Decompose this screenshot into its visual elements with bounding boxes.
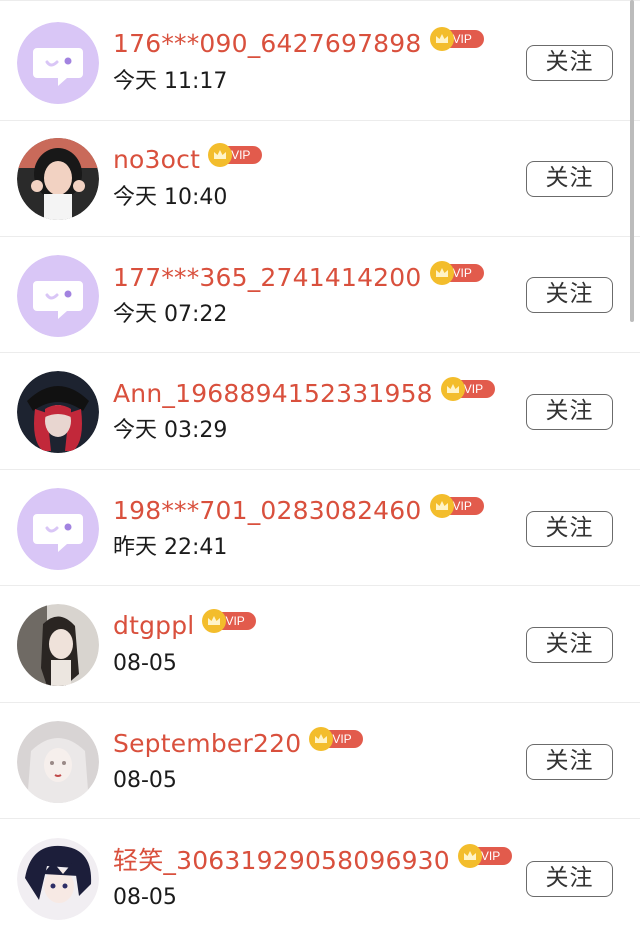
follow-button[interactable]: 关注	[526, 45, 613, 81]
vip-badge: VIP	[457, 844, 514, 868]
vip-badge: VIP	[429, 27, 486, 51]
list-item[interactable]: 轻笑_30631929058096930 VIP 08-05 关注	[0, 820, 640, 937]
crown-icon	[429, 261, 454, 285]
follow-time: 今天 10:40	[113, 185, 228, 210]
anime-red-hair-avatar-icon	[17, 371, 99, 453]
follow-button[interactable]: 关注	[526, 744, 613, 780]
username[interactable]: Ann_1968894152331958	[113, 377, 433, 411]
woman-portrait-avatar-icon	[17, 604, 99, 686]
avatar[interactable]	[17, 721, 99, 803]
girl-photo-avatar-icon	[17, 138, 99, 220]
chat-bubble-avatar-icon	[17, 488, 99, 570]
crown-icon	[457, 844, 482, 868]
chat-bubble-avatar-icon	[17, 22, 99, 104]
crown-icon	[440, 377, 465, 401]
follow-time: 今天 07:22	[113, 302, 228, 327]
crown-icon	[208, 143, 233, 167]
vip-badge: VIP	[429, 261, 486, 285]
vip-badge: VIP	[440, 377, 497, 401]
username[interactable]: dtgppl	[113, 609, 194, 643]
follow-button[interactable]: 关注	[526, 277, 613, 313]
vip-badge: VIP	[202, 609, 258, 633]
follow-time: 08-05	[113, 651, 177, 676]
follow-button[interactable]: 关注	[526, 394, 613, 430]
vip-badge: VIP	[208, 143, 264, 167]
follow-time: 今天 11:17	[113, 69, 228, 94]
follow-button[interactable]: 关注	[526, 627, 613, 663]
username[interactable]: 177***365_2741414200	[113, 261, 422, 295]
follower-list: 176***090_6427697898 VIP 今天 11:17 关注 no3…	[0, 0, 640, 936]
vip-badge: VIP	[429, 494, 486, 518]
list-item[interactable]: September220 VIP 08-05 关注	[0, 703, 640, 819]
follow-time: 昨天 22:41	[113, 535, 228, 560]
username[interactable]: 198***701_0283082460	[113, 494, 422, 528]
username[interactable]: no3oct	[113, 143, 200, 177]
crown-icon	[429, 27, 454, 51]
list-item[interactable]: 198***701_0283082460 VIP 昨天 22:41 关注	[0, 470, 640, 586]
follow-time: 08-05	[113, 885, 177, 910]
scrollbar[interactable]	[630, 0, 634, 322]
avatar[interactable]	[17, 255, 99, 337]
crown-icon	[429, 494, 454, 518]
username[interactable]: 轻笑_30631929058096930	[113, 844, 450, 878]
follow-button[interactable]: 关注	[526, 511, 613, 547]
anime-dark-hair-avatar-icon	[17, 838, 99, 920]
follow-time: 今天 03:29	[113, 418, 228, 443]
follow-time: 08-05	[113, 768, 177, 793]
list-item[interactable]: no3oct VIP 今天 10:40 关注	[0, 121, 640, 237]
avatar[interactable]	[17, 22, 99, 104]
crown-icon	[202, 609, 227, 633]
avatar[interactable]	[17, 838, 99, 920]
list-item[interactable]: 176***090_6427697898 VIP 今天 11:17 关注	[0, 5, 640, 121]
chat-bubble-avatar-icon	[17, 255, 99, 337]
username[interactable]: 176***090_6427697898	[113, 27, 422, 61]
crown-icon	[309, 727, 334, 751]
avatar[interactable]	[17, 488, 99, 570]
username[interactable]: September220	[113, 727, 301, 761]
list-item[interactable]: dtgppl VIP 08-05 关注	[0, 587, 640, 703]
list-item[interactable]: 177***365_2741414200 VIP 今天 07:22 关注	[0, 237, 640, 353]
follow-button[interactable]: 关注	[526, 161, 613, 197]
avatar[interactable]	[17, 138, 99, 220]
avatar[interactable]	[17, 371, 99, 453]
illustrated-pale-girl-avatar-icon	[17, 721, 99, 803]
follow-button[interactable]: 关注	[526, 861, 613, 897]
avatar[interactable]	[17, 604, 99, 686]
list-item[interactable]: Ann_1968894152331958 VIP 今天 03:29 关注	[0, 354, 640, 470]
vip-badge: VIP	[309, 727, 365, 751]
